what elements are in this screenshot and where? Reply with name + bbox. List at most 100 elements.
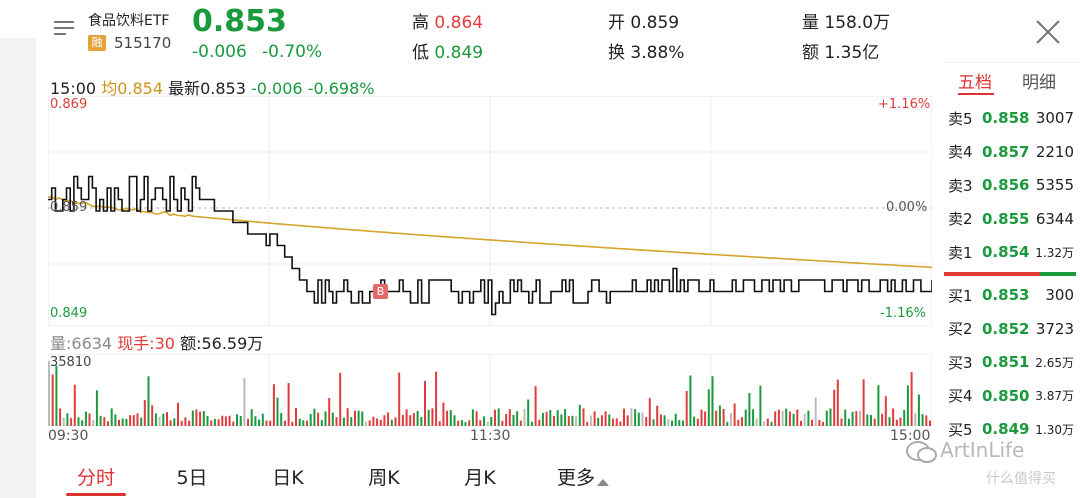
ask-row[interactable]: 卖5 0.858 3007 [948, 103, 1074, 133]
ask-volume: 6344 [1035, 209, 1074, 228]
volume-bar [766, 418, 769, 426]
volume-bar [578, 404, 581, 426]
volume-bar [505, 413, 508, 426]
tab-period[interactable]: 月K [432, 458, 528, 498]
volume-bar [929, 420, 931, 426]
bid-row[interactable]: 买3 0.851 2.65万 [948, 347, 1074, 377]
ask-row[interactable]: 卖4 0.857 2210 [948, 137, 1074, 167]
chevron-up-icon[interactable] [596, 472, 610, 486]
volume-bar [693, 416, 696, 426]
volume-bar [759, 385, 762, 426]
volume-bar [464, 422, 467, 426]
volume-bar [394, 417, 397, 426]
volume-bar [335, 417, 338, 426]
volume-bar [645, 417, 648, 426]
price-change: -0.006 [192, 42, 247, 62]
bid-level-label: 买3 [948, 353, 973, 372]
volume-bar [825, 410, 828, 426]
close-icon[interactable] [1034, 18, 1062, 46]
volume-bar [884, 396, 887, 426]
volume-bar [729, 413, 732, 426]
tab-period[interactable]: 周K [336, 458, 432, 498]
menu-icon[interactable] [52, 18, 76, 38]
tab-period[interactable]: 日K [240, 458, 336, 498]
stat-open: 开 0.859 [608, 13, 680, 33]
volume-bar [103, 417, 106, 426]
volume-bar [446, 410, 449, 426]
volume-chart[interactable] [48, 354, 932, 426]
volume-bar [545, 411, 548, 426]
volume-bar [549, 410, 552, 426]
volume-bar [95, 390, 98, 426]
volume-bar [247, 418, 250, 426]
volume-bar [221, 415, 224, 426]
volume-bar [365, 421, 367, 426]
volume-bar [541, 413, 544, 426]
volume-bar [671, 420, 673, 426]
ask-price: 0.856 [982, 176, 1030, 194]
volume-bar [564, 409, 567, 426]
volume-bar [659, 414, 662, 426]
volume-bar [733, 403, 736, 426]
volume-bar [567, 416, 570, 426]
volume-bar [903, 410, 906, 426]
volume-bar [143, 400, 146, 426]
volume-bar [899, 417, 902, 426]
volume-bar [166, 412, 168, 426]
volume-bar [313, 408, 316, 426]
volume-bar [453, 415, 456, 426]
volume-bar [844, 409, 847, 426]
volume-bar [892, 408, 895, 426]
intraday-chart[interactable] [48, 96, 932, 326]
ask-row[interactable]: 卖3 0.856 5355 [948, 170, 1074, 200]
volume-bar [199, 411, 202, 426]
volume-bar [331, 412, 334, 426]
volume-bar [881, 413, 884, 426]
volume-bar [807, 410, 810, 426]
bid-row[interactable]: 买1 0.853 300 [948, 280, 1074, 310]
ask-row[interactable]: 卖2 0.855 6344 [948, 204, 1074, 234]
tab-details[interactable]: 明细 [1022, 68, 1056, 93]
buy-marker[interactable]: B [373, 284, 388, 299]
bid-row[interactable]: 买2 0.852 3723 [948, 314, 1074, 344]
ask-volume: 2210 [1035, 142, 1074, 161]
volume-bar [925, 415, 928, 426]
axis-mid-price: 0.859 [50, 200, 88, 215]
volume-bar [427, 409, 430, 426]
volume-bar [368, 420, 371, 426]
volume-bar [405, 409, 408, 426]
wechat-icon [906, 440, 938, 466]
volume-bar [877, 385, 880, 426]
volume-bar [114, 414, 117, 426]
volume-bar [276, 397, 279, 426]
volume-bar [468, 420, 471, 426]
volume-bar [715, 410, 718, 426]
volume-bar [788, 411, 791, 426]
tab-five-level[interactable]: 五档 [958, 68, 992, 93]
volume-bar [346, 408, 349, 426]
volume-bar [306, 420, 308, 426]
vol-label: 量:6634 [50, 334, 113, 353]
volume-bar [722, 409, 725, 426]
tab-period[interactable]: 分时 [48, 458, 144, 498]
volume-bar [479, 420, 482, 426]
tab-period[interactable]: 5日 [144, 458, 240, 498]
ask-row[interactable]: 卖1 0.854 1.32万 [948, 237, 1074, 267]
volume-bar [48, 361, 50, 426]
watermark-text: ArtInLife [940, 438, 1025, 462]
volume-bar [534, 386, 537, 426]
ask-volume: 1.32万 [1035, 245, 1074, 260]
bid-row[interactable]: 买4 0.850 3.87万 [948, 381, 1074, 411]
volume-bar [700, 409, 703, 426]
tab-active-underline [958, 93, 994, 95]
volume-bar [107, 421, 109, 426]
ask-strength-bar [944, 272, 1040, 276]
volume-bar [416, 411, 419, 426]
volume-bar [523, 409, 526, 426]
volume-bar [582, 408, 585, 426]
volume-bar [811, 419, 813, 426]
volume-bar [914, 412, 917, 426]
volume-bar [652, 419, 655, 426]
volume-bar [383, 415, 386, 426]
bid-level-label: 买4 [948, 387, 973, 405]
